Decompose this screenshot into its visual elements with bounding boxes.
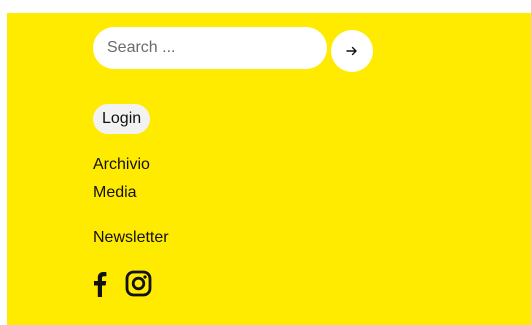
nav-link-media[interactable]: Media — [93, 183, 137, 203]
search-submit-button[interactable] — [331, 30, 373, 72]
facebook-icon — [93, 272, 107, 301]
login-button[interactable]: Login — [93, 104, 151, 134]
search-input[interactable] — [93, 27, 327, 69]
nav-link-archivio[interactable]: Archivio — [93, 155, 150, 175]
instagram-link[interactable] — [125, 270, 152, 297]
arrow-right-icon — [346, 44, 358, 59]
facebook-link[interactable] — [93, 271, 107, 297]
instagram-icon — [125, 270, 152, 301]
footer-panel: Login Archivio Media Newsletter — [7, 13, 531, 325]
nav-link-newsletter[interactable]: Newsletter — [93, 228, 169, 248]
